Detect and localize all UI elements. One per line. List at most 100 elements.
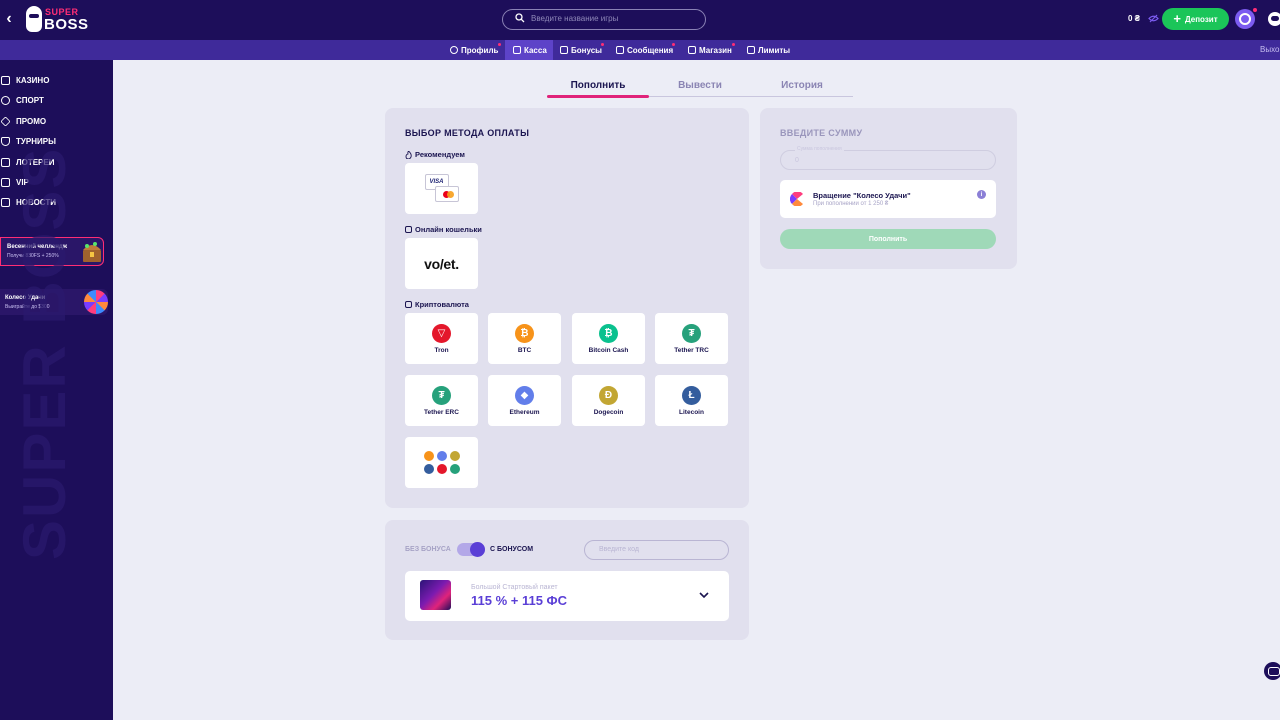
- top-header: ‹ SUPER BOSS Введите название игры 0 ₴ +…: [0, 0, 1280, 40]
- search-input[interactable]: Введите название игры: [502, 9, 706, 30]
- sidebar-item-promo[interactable]: ПРОМО: [0, 113, 46, 129]
- bonus-package-select[interactable]: Большой Стартовый пакет 115 % + 115 ФС: [405, 571, 729, 621]
- wallet-icon: [405, 226, 412, 233]
- sidebar-item-sport[interactable]: СПОРТ: [0, 92, 44, 108]
- mastercard-logo: [434, 185, 459, 202]
- method-label: Litecoin: [679, 408, 704, 416]
- tether-icon: ₮: [682, 323, 701, 343]
- message-icon: [616, 46, 624, 54]
- promo-code-placeholder: Введите код: [599, 546, 639, 553]
- card-icon: VISA: [424, 173, 459, 204]
- support-chat-icon[interactable]: [1264, 662, 1280, 680]
- litecoin-icon: Ł: [682, 385, 701, 405]
- method-label: Dogecoin: [593, 408, 624, 416]
- tab-deposit[interactable]: Пополнить: [547, 80, 649, 96]
- ethereum-icon: ◆: [515, 385, 534, 405]
- method-label: BTC: [517, 346, 532, 354]
- method-btc[interactable]: ₿ BTC: [488, 313, 561, 364]
- tether-icon: ₮: [432, 385, 451, 405]
- info-icon[interactable]: i: [977, 190, 986, 199]
- method-tether-trc[interactable]: ₮ Tether TRC: [655, 313, 728, 364]
- user-icon: [450, 46, 458, 54]
- treasure-chest-icon: [83, 242, 101, 262]
- sidebar-background-text: SUPER BOSS: [11, 146, 78, 560]
- cabinet-nav: Профиль Касса Бонусы Сообщения Магазин Л…: [0, 40, 1280, 60]
- method-volet[interactable]: vo/et.: [405, 238, 478, 289]
- promo-code-input[interactable]: Введите код: [584, 540, 729, 560]
- logo[interactable]: SUPER BOSS: [26, 6, 88, 34]
- nav-item-messages[interactable]: Сообщения: [616, 40, 673, 60]
- avatar[interactable]: [1235, 9, 1255, 29]
- wheel-offer-subtitle: При пополнении от 1 250 ₴: [813, 201, 889, 207]
- dogecoin-icon: Ð: [599, 385, 618, 405]
- wheel-spin-offer[interactable]: Вращение "Колесо Удачи" При пополнении о…: [780, 180, 996, 218]
- trophy-icon: [1, 136, 10, 146]
- plus-icon: +: [1173, 11, 1181, 26]
- tab-history[interactable]: История: [751, 80, 853, 96]
- bitcoin-icon: ₿: [515, 323, 534, 343]
- deposit-submit-button[interactable]: Пополнить: [780, 229, 996, 249]
- nav-item-label: Касса: [524, 45, 547, 55]
- balance-amount: 0 ₴: [1128, 14, 1141, 23]
- eye-hidden-icon[interactable]: [1148, 13, 1159, 24]
- nav-item-label: Магазин: [699, 45, 732, 55]
- bonus-toggle[interactable]: [457, 542, 485, 557]
- notification-dot: [672, 43, 675, 46]
- boss-mask-icon: [26, 6, 42, 32]
- active-tab-indicator: [547, 95, 649, 98]
- chat-icon[interactable]: [1268, 12, 1280, 26]
- method-dogecoin[interactable]: Ð Dogecoin: [572, 375, 645, 426]
- notification-dot: [498, 43, 501, 46]
- section-label: Рекомендуем: [415, 150, 465, 159]
- method-label: Tron: [434, 346, 449, 354]
- method-label: Ethereum: [509, 408, 540, 416]
- amount-title: ВВЕДИТЕ СУММУ: [780, 128, 863, 138]
- tab-withdraw[interactable]: Вывести: [649, 80, 751, 96]
- grid-icon: [405, 301, 412, 308]
- recommended-section-title: Рекомендуем: [405, 150, 465, 159]
- method-label: Bitcoin Cash: [588, 346, 629, 354]
- fortune-wheel-icon: [84, 290, 108, 314]
- method-bitcoin-cash[interactable]: ₿ Bitcoin Cash: [572, 313, 645, 364]
- amount-field-value: 0: [795, 157, 799, 164]
- diamond-icon: [0, 115, 11, 127]
- notification-dot: [601, 43, 604, 46]
- deposit-button[interactable]: + Депозит: [1162, 8, 1229, 30]
- nav-item-cashier[interactable]: Касса: [505, 40, 553, 60]
- no-bonus-label[interactable]: БЕЗ БОНУСА: [405, 546, 451, 553]
- volet-logo: vo/et.: [424, 255, 459, 272]
- logout-link[interactable]: Выхо: [1260, 45, 1279, 54]
- section-label: Онлайн кошельки: [415, 225, 482, 234]
- nav-item-limits[interactable]: Лимиты: [747, 40, 790, 60]
- sport-icon: [1, 95, 10, 105]
- method-ethereum[interactable]: ◆ Ethereum: [488, 375, 561, 426]
- fire-icon: [405, 150, 412, 159]
- method-other-crypto[interactable]: [405, 437, 478, 488]
- method-tether-erc[interactable]: ₮ Tether ERC: [405, 375, 478, 426]
- nav-item-bonuses[interactable]: Бонусы: [560, 40, 602, 60]
- news-icon: [1, 197, 10, 207]
- tron-icon: ▽: [432, 323, 451, 343]
- crypto-section-title: Криптовалюта: [405, 300, 469, 309]
- with-bonus-label[interactable]: С БОНУСОМ: [490, 546, 533, 553]
- method-label: Tether ERC: [424, 408, 459, 416]
- amount-field[interactable]: Сумма пополнения 0: [780, 146, 996, 170]
- nav-item-label: Сообщения: [627, 45, 674, 55]
- wallet-icon: [513, 46, 521, 54]
- amount-field-label: Сумма пополнения: [795, 146, 844, 152]
- method-litecoin[interactable]: Ł Litecoin: [655, 375, 728, 426]
- chevron-down-icon[interactable]: [698, 589, 710, 601]
- notification-dot: [1253, 8, 1257, 12]
- method-tron[interactable]: ▽ Tron: [405, 313, 478, 364]
- sliders-icon: [747, 46, 755, 54]
- sidebar-item-label: ПРОМО: [16, 116, 47, 126]
- bonus-package-value: 115 % + 115 ФС: [471, 593, 568, 608]
- back-arrow-icon[interactable]: ‹: [0, 8, 18, 30]
- nav-item-shop[interactable]: Магазин: [688, 40, 732, 60]
- search-icon: [515, 13, 525, 23]
- sidebar-item-label: КАЗИНО: [16, 75, 50, 85]
- nav-item-profile[interactable]: Профиль: [450, 40, 498, 60]
- nav-item-label: Профиль: [461, 45, 499, 55]
- method-visa-mastercard[interactable]: VISA: [405, 163, 478, 214]
- sidebar-item-casino[interactable]: КАЗИНО: [0, 72, 49, 88]
